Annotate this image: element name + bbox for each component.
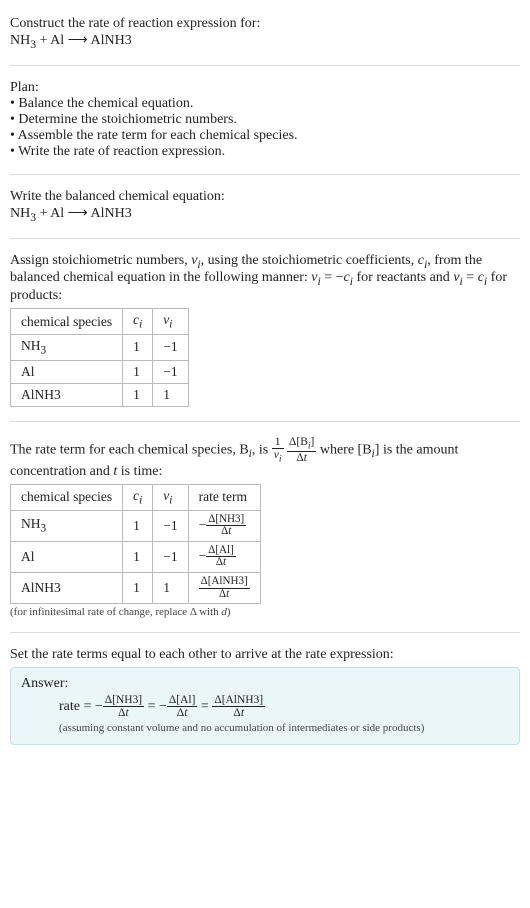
- answer-box: Answer: rate = −Δ[NH3]Δt = −Δ[Al]Δt = Δ[…: [10, 667, 520, 745]
- cell-vi: 1: [153, 383, 188, 406]
- setequal-text: Set the rate terms equal to each other t…: [10, 647, 520, 663]
- cell-species: Al: [11, 541, 123, 572]
- plan-item-text: Write the rate of reaction expression.: [18, 144, 225, 159]
- fraction: Δ[Bi]Δt: [287, 436, 316, 464]
- prompt-line1: Construct the rate of reaction expressio…: [10, 16, 520, 32]
- col-ci: ci: [123, 309, 153, 335]
- plan-section: Plan: • Balance the chemical equation. •…: [10, 72, 520, 168]
- table-header-row: chemical species ci νi rate term: [11, 484, 261, 510]
- rate-prefix: rate =: [59, 699, 95, 714]
- cell-vi: −1: [153, 510, 188, 541]
- cell-species: NH3: [11, 334, 123, 360]
- separator: [10, 65, 520, 66]
- separator: [10, 174, 520, 175]
- fraction: Δ[AlNH3]Δt: [199, 576, 250, 600]
- txt: The rate term for each chemical species,…: [10, 442, 249, 457]
- plan-item: • Determine the stoichiometric numbers.: [10, 112, 520, 128]
- separator: [10, 632, 520, 633]
- table-row: AlNH3 1 1 Δ[AlNH3]Δt: [11, 573, 261, 604]
- plan-item-text: Assemble the rate term for each chemical…: [18, 128, 298, 143]
- cell-vi: −1: [153, 360, 188, 383]
- balanced-heading: Write the balanced chemical equation:: [10, 189, 520, 205]
- fraction: Δ[AlNH3]Δt: [212, 694, 265, 719]
- fraction: Δ[NH3]Δt: [103, 694, 144, 719]
- neg-sign: −: [199, 548, 207, 563]
- col-species: chemical species: [11, 309, 123, 335]
- txt: , is: [252, 442, 272, 457]
- cell-ci: 1: [123, 334, 153, 360]
- col-vi: νi: [153, 309, 188, 335]
- plan-item-text: Determine the stoichiometric numbers.: [18, 112, 237, 127]
- separator: [10, 238, 520, 239]
- plan-item: • Balance the chemical equation.: [10, 96, 520, 112]
- cell-vi: 1: [153, 573, 188, 604]
- cell-species: AlNH3: [11, 383, 123, 406]
- cell-species: Al: [11, 360, 123, 383]
- cell-species: NH3: [11, 510, 123, 541]
- txt: where [B: [320, 442, 372, 457]
- neg-sign: −: [199, 517, 207, 532]
- cell-ci: 1: [123, 573, 153, 604]
- table-row: Al 1 −1 −Δ[Al]Δt: [11, 541, 261, 572]
- balanced-equation: NH3 + Al ⟶ AlNH3: [10, 205, 520, 224]
- cell-rate: −Δ[NH3]Δt: [188, 510, 260, 541]
- prompt-section: Construct the rate of reaction expressio…: [10, 8, 520, 59]
- fraction: Δ[Al]Δt: [167, 694, 197, 719]
- txt: is time:: [117, 464, 162, 479]
- table-header-row: chemical species ci νi: [11, 309, 189, 335]
- rateterm-section: The rate term for each chemical species,…: [10, 428, 520, 627]
- neg-sign: −: [95, 699, 103, 714]
- fraction: Δ[Al]Δt: [206, 545, 236, 569]
- rateterm-text: The rate term for each chemical species,…: [10, 436, 520, 480]
- table-row: AlNH3 1 1: [11, 383, 189, 406]
- assign-section: Assign stoichiometric numbers, νi, using…: [10, 245, 520, 415]
- cell-ci: 1: [123, 510, 153, 541]
- table-row: NH3 1 −1: [11, 334, 189, 360]
- assign-text: Assign stoichiometric numbers, νi, using…: [10, 253, 520, 305]
- answer-note: (assuming constant volume and no accumul…: [59, 722, 509, 734]
- separator: [10, 421, 520, 422]
- table-row: NH3 1 −1 −Δ[NH3]Δt: [11, 510, 261, 541]
- neg-sign: −: [159, 699, 167, 714]
- col-rate: rate term: [188, 484, 260, 510]
- table-row: Al 1 −1: [11, 360, 189, 383]
- cell-ci: 1: [123, 541, 153, 572]
- cell-rate: Δ[AlNH3]Δt: [188, 573, 260, 604]
- col-vi: νi: [153, 484, 188, 510]
- answer-expression: rate = −Δ[NH3]Δt = −Δ[Al]Δt = Δ[AlNH3]Δt: [59, 694, 509, 719]
- fraction: 1νi: [272, 436, 284, 464]
- rateterm-note: (for infinitesimal rate of change, repla…: [10, 606, 520, 618]
- fraction: Δ[NH3]Δt: [206, 514, 246, 538]
- col-ci: ci: [123, 484, 153, 510]
- plan-item: • Write the rate of reaction expression.: [10, 144, 520, 160]
- setequal-section: Set the rate terms equal to each other t…: [10, 639, 520, 753]
- plan-item-text: Balance the chemical equation.: [18, 96, 193, 111]
- stoich-table: chemical species ci νi NH3 1 −1 Al 1 −1 …: [10, 308, 189, 406]
- cell-vi: −1: [153, 334, 188, 360]
- prompt-equation: NH3 + Al ⟶ AlNH3: [10, 32, 520, 51]
- cell-ci: 1: [123, 360, 153, 383]
- rateterm-table: chemical species ci νi rate term NH3 1 −…: [10, 484, 261, 604]
- col-species: chemical species: [11, 484, 123, 510]
- answer-label: Answer:: [21, 676, 509, 692]
- plan-item: • Assemble the rate term for each chemic…: [10, 128, 520, 144]
- plan-heading: Plan:: [10, 80, 520, 96]
- cell-rate: −Δ[Al]Δt: [188, 541, 260, 572]
- balanced-section: Write the balanced chemical equation: NH…: [10, 181, 520, 232]
- cell-vi: −1: [153, 541, 188, 572]
- cell-species: AlNH3: [11, 573, 123, 604]
- cell-ci: 1: [123, 383, 153, 406]
